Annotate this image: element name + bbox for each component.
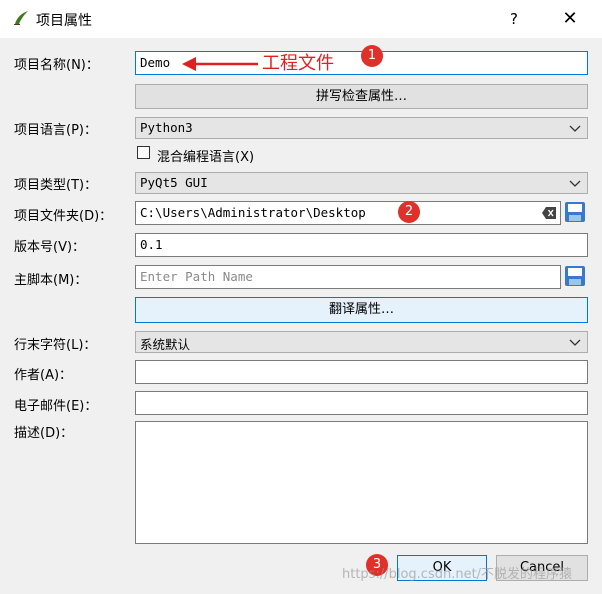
- watermark: https://blog.csdn.net/不脱发的程序猿: [342, 567, 573, 582]
- description-label: 描述(D)：: [14, 426, 74, 441]
- annotation-project-file: 工程文件: [262, 53, 334, 74]
- save-folder-icon[interactable]: [564, 201, 586, 223]
- project-name-value: Demo: [140, 55, 171, 70]
- project-name-label: 项目名称(N)：: [14, 58, 99, 73]
- translation-button[interactable]: 翻译属性…: [135, 297, 588, 323]
- description-textarea[interactable]: [135, 421, 588, 544]
- author-input[interactable]: [135, 360, 588, 384]
- app-logo-icon: [14, 11, 28, 25]
- project-folder-input[interactable]: C:\Users\Administrator\Desktop: [135, 201, 561, 225]
- mixed-language-label: 混合编程语言(X): [157, 150, 255, 165]
- annotation-arrow-icon: [182, 57, 258, 71]
- project-folder-label: 项目文件夹(D)：: [14, 209, 113, 224]
- eol-select[interactable]: 系统默认: [135, 331, 588, 353]
- eol-label: 行末字符(L)：: [14, 338, 97, 353]
- project-type-select[interactable]: PyQt5 GUI: [135, 172, 588, 194]
- main-script-placeholder: Enter Path Name: [140, 269, 253, 284]
- project-type-label: 项目类型(T)：: [14, 178, 98, 193]
- window-title: 项目属性: [36, 13, 92, 29]
- close-button[interactable]: ✕: [552, 4, 588, 34]
- version-input[interactable]: 0.1: [135, 233, 588, 257]
- version-value: 0.1: [140, 237, 163, 252]
- project-language-select[interactable]: Python3: [135, 117, 588, 139]
- email-input[interactable]: [135, 391, 588, 415]
- clear-icon[interactable]: [542, 207, 556, 219]
- author-label: 作者(A)：: [14, 368, 73, 383]
- spell-check-button[interactable]: 拼写检查属性…: [135, 84, 588, 109]
- version-label: 版本号(V)：: [14, 240, 86, 255]
- annotation-badge-1: 1: [361, 45, 383, 67]
- mixed-language-checkbox[interactable]: [137, 146, 150, 159]
- main-script-label: 主脚本(M)：: [14, 273, 88, 288]
- project-language-value: Python3: [140, 120, 193, 135]
- main-script-input[interactable]: Enter Path Name: [135, 265, 561, 289]
- email-label: 电子邮件(E)：: [14, 399, 98, 414]
- save-file-icon[interactable]: [564, 265, 586, 287]
- eol-value: 系统默认: [140, 337, 191, 352]
- project-folder-value: C:\Users\Administrator\Desktop: [140, 205, 366, 220]
- project-language-label: 项目语言(P)：: [14, 123, 97, 138]
- help-button[interactable]: ?: [498, 4, 530, 34]
- project-type-value: PyQt5 GUI: [140, 175, 208, 190]
- title-bar: 项目属性 ? ✕: [0, 0, 602, 38]
- chevron-down-icon: [569, 125, 581, 132]
- chevron-down-icon: [569, 180, 581, 187]
- chevron-down-icon: [569, 339, 581, 346]
- annotation-badge-2: 2: [398, 201, 420, 223]
